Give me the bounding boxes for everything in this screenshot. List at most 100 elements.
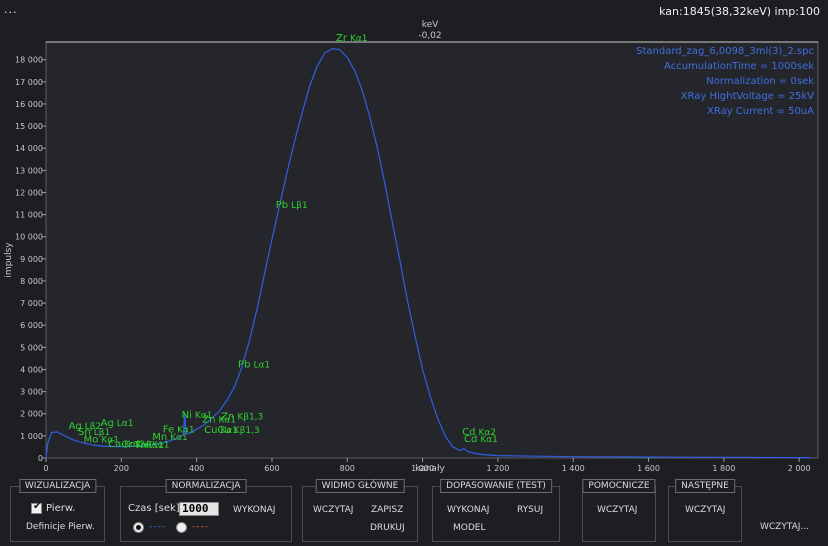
group-title-nastepne: NASTĘPNE: [675, 479, 735, 493]
peak-line: Kα1: [152, 441, 170, 451]
y-tick-label: 16 000: [15, 100, 43, 109]
x-tick-label: 1 000: [411, 464, 434, 473]
group-title-wizualizacja: WIZUALIZACJA: [18, 479, 97, 493]
widmo-zapisz-button[interactable]: ZAPISZ: [371, 505, 403, 515]
y-tick-label: 10 000: [15, 233, 43, 242]
info-xray-current: XRay Current = 50uA: [707, 106, 814, 117]
info-xray-voltage: XRay HightVoltage = 25kV: [681, 91, 814, 102]
dopasowanie-rysuj-button[interactable]: RYSUJ: [517, 505, 543, 515]
czas-input[interactable]: 1000: [179, 502, 219, 516]
pierw-label: Pierw.: [46, 503, 76, 514]
x-tick-label: 2 000: [788, 464, 811, 473]
peak-label: Pb Lα1: [238, 359, 270, 370]
peak-line: Kα1: [350, 34, 368, 44]
y-tick-label: 3 000: [20, 388, 43, 397]
control-panel: WIZUALIZACJA Pierw. Definicje Pierw. NOR…: [0, 478, 828, 546]
info-filename: Standard_zag_6,0098_3ml(3)_2.spc: [636, 46, 814, 57]
y-axis-label: impulsy: [4, 242, 14, 278]
x-tick-label: 600: [264, 464, 279, 473]
dopasowanie-model-button[interactable]: MODEL: [453, 523, 485, 533]
nastepne-wczytaj-button[interactable]: WCZYTAJ: [685, 505, 725, 515]
peak-element: Pb: [238, 359, 250, 370]
y-tick-label: 17 000: [15, 78, 43, 87]
y-tick-label: 6 000: [20, 321, 43, 330]
peak-label: Pb Lβ1: [276, 200, 308, 211]
y-tick-label: 18 000: [15, 56, 43, 65]
x-tick-label: 0: [43, 464, 48, 473]
widmo-wczytaj-button[interactable]: WCZYTAJ: [313, 505, 353, 515]
peak-element: V: [142, 440, 149, 451]
pierw-checkbox[interactable]: [31, 501, 42, 514]
normalization-radio-1[interactable]: [133, 522, 144, 533]
radio-2-line-sample: ----: [192, 522, 209, 532]
peak-element: Ca: [108, 439, 121, 450]
x-tick-label: 400: [189, 464, 204, 473]
group-wizualizacja: WIZUALIZACJA Pierw. Definicje Pierw.: [10, 479, 105, 542]
x-tick-label: 1 400: [562, 464, 585, 473]
y-tick-label: 4 000: [20, 365, 43, 374]
group-title-pomocnicze: POMOCNICZE: [582, 479, 656, 493]
peak-line: Kα1: [170, 433, 188, 443]
peak-line: Lα1: [117, 419, 134, 429]
group-normalizacja: NORMALIZACJA Czas [sek] 1000 WYKONAJ ---…: [120, 479, 292, 542]
y-tick-label: 5 000: [20, 343, 43, 352]
info-normalization: Normalization = 0sek: [706, 76, 814, 87]
dopasowanie-wykonaj-button[interactable]: WYKONAJ: [447, 505, 489, 515]
x-tick-label: 1 800: [712, 464, 735, 473]
peak-label: Zn Kβ1,3: [221, 411, 263, 422]
peak-label: Cd Kα1: [464, 434, 498, 445]
group-widmo-glowne: WIDMO GŁÓWNE WCZYTAJ ZAPISZ DRUKUJ: [302, 479, 418, 542]
peak-element: Zn: [221, 411, 234, 422]
y-tick-label: 1 000: [20, 432, 43, 441]
peak-line: Lβ1: [291, 201, 307, 211]
peak-line: Kβ1,3: [237, 412, 263, 422]
pomocnicze-wczytaj-button[interactable]: WCZYTAJ: [597, 505, 637, 515]
y-tick-label: 2 000: [20, 410, 43, 419]
extra-wczytaj-button[interactable]: WCZYTAJ...: [760, 522, 809, 532]
top-axis-value: -0,02: [418, 31, 441, 41]
y-tick-label: 11 000: [15, 211, 43, 220]
peak-element: Mo: [84, 435, 99, 446]
y-tick-label: 8 000: [20, 277, 43, 286]
x-tick-label: 1 600: [637, 464, 660, 473]
menu-icon[interactable]: ...: [4, 3, 18, 16]
group-nastepne: NASTĘPNE WCZYTAJ: [668, 479, 742, 542]
peak-element: Cu: [217, 425, 230, 436]
y-tick-label: 7 000: [20, 299, 43, 308]
plot-area[interactable]: [45, 41, 819, 459]
x-tick-label: 1 200: [486, 464, 509, 473]
czas-label: Czas [sek]: [128, 503, 180, 514]
y-tick-label: 14 000: [15, 144, 43, 153]
group-pomocnicze: POMOCNICZE WCZYTAJ: [582, 479, 656, 542]
peak-label: V Kα1: [142, 440, 169, 451]
peak-element: Cu: [204, 425, 217, 436]
peak-line: Lα1: [253, 360, 270, 370]
group-title-dopasowanie: DOPASOWANIE (TEST): [440, 479, 552, 493]
normalizacja-wykonaj-button[interactable]: WYKONAJ: [233, 505, 275, 515]
info-accumulation-time: AccumulationTime = 1000sek: [664, 61, 814, 72]
peak-element: Cd: [464, 434, 477, 445]
peak-element: Ni: [182, 410, 192, 421]
radio-1-line-sample: ----: [149, 522, 166, 532]
peak-element: Zn: [202, 415, 215, 426]
y-tick-label: 9 000: [20, 255, 43, 264]
peak-element: Pb: [276, 200, 288, 211]
peak-element: Zr: [336, 33, 348, 44]
widmo-drukuj-button[interactable]: DRUKUJ: [370, 523, 405, 533]
group-dopasowanie: DOPASOWANIE (TEST) WYKONAJ RYSUJ MODEL: [432, 479, 560, 542]
peak-line: Kβ1,3: [234, 426, 260, 436]
x-tick-label: 200: [114, 464, 129, 473]
peak-element: Cr: [121, 439, 133, 450]
y-tick-label: 12 000: [15, 188, 43, 197]
x-tick-label: 800: [340, 464, 355, 473]
peak-line: Kα1: [480, 435, 498, 445]
peak-label: Cu Kβ1,3: [217, 425, 259, 436]
peak-label: Zr Kα1: [336, 33, 368, 44]
normalization-radio-2[interactable]: [176, 522, 187, 533]
spectrum-chart[interactable]: keV -0,02 kanały impulsy Standard_zag_6,…: [0, 16, 828, 478]
y-tick-label: 0: [38, 454, 43, 463]
top-axis-unit: keV: [422, 20, 439, 30]
group-title-normalizacja: NORMALIZACJA: [165, 479, 247, 493]
definicje-pierw-button[interactable]: Definicje Pierw.: [26, 522, 95, 532]
y-tick-label: 13 000: [15, 166, 43, 175]
